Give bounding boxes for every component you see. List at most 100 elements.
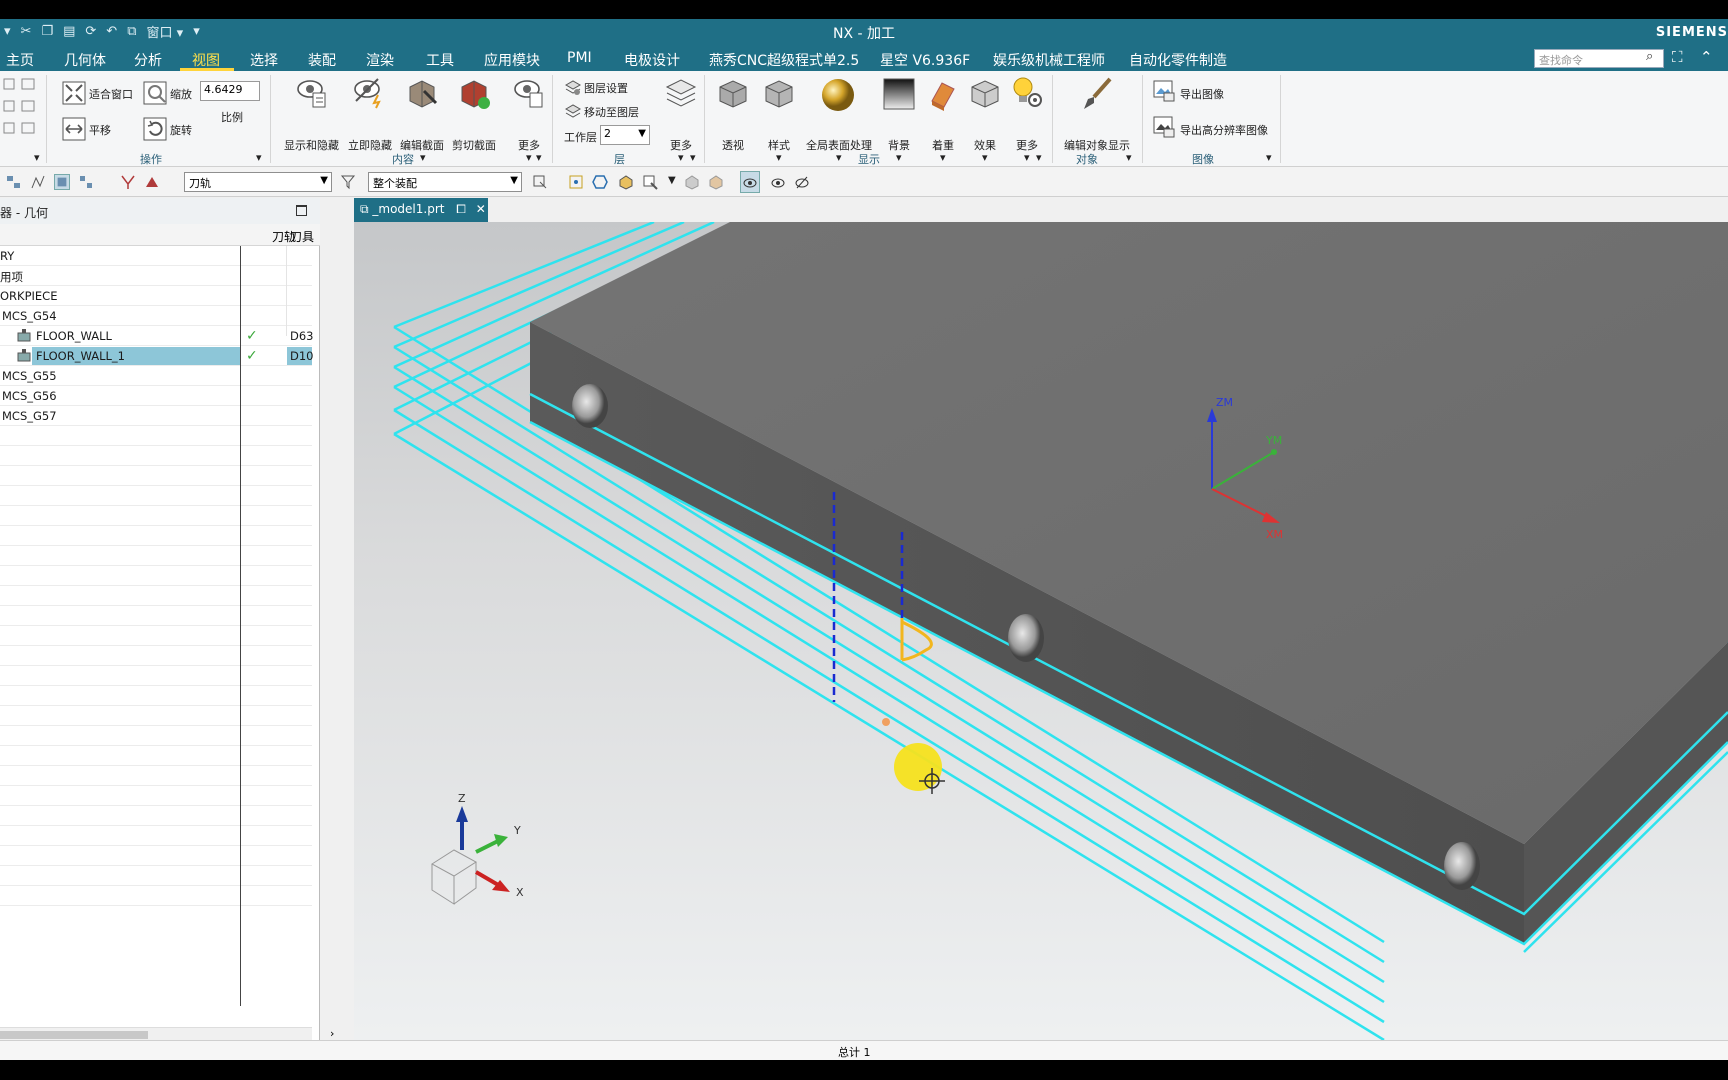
show-hidden-icon[interactable]	[684, 174, 700, 190]
tab-mechanical-engineer[interactable]: 娱乐级机械工程师	[993, 50, 1105, 70]
content-more-dropdown-icon[interactable]: ▾	[526, 151, 532, 164]
tab-yanxiu-cnc[interactable]: 燕秀CNC超级程式单2.5	[709, 50, 859, 70]
effects-icon[interactable]	[968, 77, 1002, 111]
scroll-right-icon[interactable]: ›	[330, 1027, 334, 1040]
zoom-label[interactable]: 缩放	[170, 86, 192, 102]
show-hide-label[interactable]: 显示和隐藏	[284, 137, 339, 153]
fit-window-icon[interactable]	[60, 79, 88, 107]
image-group-expand-icon[interactable]: ▾	[1266, 151, 1272, 164]
pan-icon[interactable]	[60, 115, 88, 143]
rotate-label[interactable]: 旋转	[170, 122, 192, 138]
content-more-icon[interactable]	[512, 75, 546, 109]
layer-settings-label[interactable]: 图层设置	[584, 80, 628, 96]
document-tab[interactable]: ⧉ _model1.prt ⧠ ✕	[354, 198, 488, 222]
program-order-icon[interactable]	[30, 174, 46, 190]
instant-hide-icon[interactable]	[352, 75, 386, 109]
tree-row[interactable]: ORKPIECE	[0, 286, 312, 306]
style-icon[interactable]	[762, 77, 796, 111]
column-header-tool[interactable]: 刀具	[290, 228, 316, 245]
tab-automated-manufacturing[interactable]: 自动化零件制造	[1129, 50, 1227, 70]
show-toolpath-icon[interactable]	[144, 174, 160, 190]
funnel-filter-icon[interactable]	[340, 174, 356, 190]
export-image-label[interactable]: 导出图像	[1180, 86, 1224, 102]
select-body-icon[interactable]	[618, 174, 634, 190]
method-view-icon[interactable]	[78, 174, 94, 190]
undock-icon[interactable]: ⧠	[456, 202, 466, 216]
object-group-expand-icon[interactable]: ▾	[1126, 151, 1132, 164]
zoom-icon[interactable]	[142, 79, 170, 107]
paintbrush-icon[interactable]	[1080, 75, 1116, 111]
clip-section-label[interactable]: 剪切截面	[452, 137, 496, 153]
edit-section-icon[interactable]	[404, 75, 440, 111]
tab-render[interactable]: 渲染	[366, 50, 394, 70]
display-more-dropdown-icon[interactable]: ▾	[1024, 151, 1030, 164]
chevron-down-icon[interactable]: ▼	[668, 175, 676, 186]
restore-icon[interactable]	[296, 205, 307, 216]
perspective-icon[interactable]	[716, 77, 750, 111]
global-surface-icon[interactable]	[820, 77, 856, 113]
export-hires-image-icon[interactable]	[1152, 115, 1176, 139]
layer-settings-icon[interactable]	[564, 79, 582, 97]
tab-tools[interactable]: 工具	[426, 50, 454, 70]
perspective-label[interactable]: 透视	[722, 137, 744, 153]
tab-geometry[interactable]: 几何体	[64, 50, 106, 70]
view-layout-icons[interactable]	[2, 77, 40, 137]
move-to-layer-icon[interactable]	[564, 103, 582, 121]
display-group-expand-icon[interactable]: ▾	[1036, 151, 1042, 164]
rotate-icon[interactable]	[142, 115, 170, 143]
tab-home[interactable]: 主页	[6, 50, 34, 70]
tree-row-selected[interactable]: FLOOR_WALL_1 ✓ D10	[0, 346, 314, 366]
instant-hide-label[interactable]: 立即隐藏	[348, 137, 392, 153]
tab-electrode-design[interactable]: 电极设计	[624, 50, 680, 70]
search-icon[interactable]: ⌕	[1646, 49, 1662, 65]
eye-icon[interactable]	[770, 174, 786, 190]
global-surface-dropdown-icon[interactable]: ▾	[836, 151, 842, 164]
tab-pmi[interactable]: PMI	[567, 50, 592, 66]
wireframe-icon[interactable]	[708, 174, 724, 190]
layer-group-expand-icon[interactable]: ▾	[690, 151, 696, 164]
work-layer-select[interactable]: 2 ▼	[600, 125, 650, 145]
lightbulb-settings-icon[interactable]	[1010, 75, 1044, 109]
tree-row[interactable]: RY	[0, 246, 312, 266]
layer-more-dropdown-icon[interactable]: ▾	[678, 151, 684, 164]
horizontal-scrollbar[interactable]: ›	[0, 1027, 334, 1041]
export-image-icon[interactable]	[1152, 79, 1176, 103]
tree-row[interactable]: MCS_G55	[0, 366, 312, 386]
tab-view[interactable]: 视图	[192, 50, 220, 70]
tree-row[interactable]: FLOOR_WALL ✓ D63	[0, 326, 314, 346]
snap-point-icon[interactable]	[568, 174, 584, 190]
background-icon[interactable]	[882, 77, 916, 111]
tab-applications[interactable]: 应用模块	[484, 50, 540, 70]
tree-row[interactable]: MCS_G54	[0, 306, 312, 326]
hide-eye-icon[interactable]	[794, 174, 810, 190]
select-feature-icon[interactable]	[642, 174, 658, 190]
tab-assembly[interactable]: 装配	[308, 50, 336, 70]
tab-xingkong[interactable]: 星空 V6.936F	[880, 50, 970, 70]
export-hires-image-label[interactable]: 导出高分辨率图像	[1180, 122, 1268, 138]
scale-input[interactable]: 4.6429	[200, 81, 260, 101]
command-search-input[interactable]: 查找命令	[1534, 49, 1664, 68]
clip-section-icon[interactable]	[456, 75, 492, 111]
tree-view-icon[interactable]	[6, 174, 22, 190]
close-tab-icon[interactable]: ✕	[476, 202, 486, 216]
fit-window-label[interactable]: 适合窗口	[89, 86, 133, 102]
collapse-ribbon-icon[interactable]: ⌃	[1700, 48, 1713, 66]
edit-section-dropdown-icon[interactable]: ▾	[420, 151, 426, 164]
fullscreen-icon[interactable]: ⛶	[1672, 48, 1683, 66]
scope-dropdown[interactable]: 整个装配 ▼	[368, 172, 522, 192]
style-dropdown-icon[interactable]: ▾	[776, 151, 782, 164]
background-dropdown-icon[interactable]: ▾	[896, 151, 902, 164]
geometry-view-icon[interactable]	[54, 174, 70, 190]
tab-select[interactable]: 选择	[250, 50, 278, 70]
selection-intent-icon[interactable]	[532, 174, 548, 190]
emphasis-dropdown-icon[interactable]: ▾	[940, 151, 946, 164]
show-hide-icon[interactable]	[295, 75, 329, 109]
tree-row[interactable]: MCS_G57	[0, 406, 312, 426]
filter-toolpath-icon[interactable]	[120, 174, 136, 190]
effects-dropdown-icon[interactable]: ▾	[982, 151, 988, 164]
scrollbar-thumb[interactable]	[0, 1031, 148, 1039]
emphasis-icon[interactable]	[926, 77, 960, 111]
operate-group-expand-icon[interactable]: ▾	[34, 151, 40, 164]
operate-group-expand-icon[interactable]: ▾	[256, 151, 262, 164]
pan-label[interactable]: 平移	[89, 122, 111, 138]
